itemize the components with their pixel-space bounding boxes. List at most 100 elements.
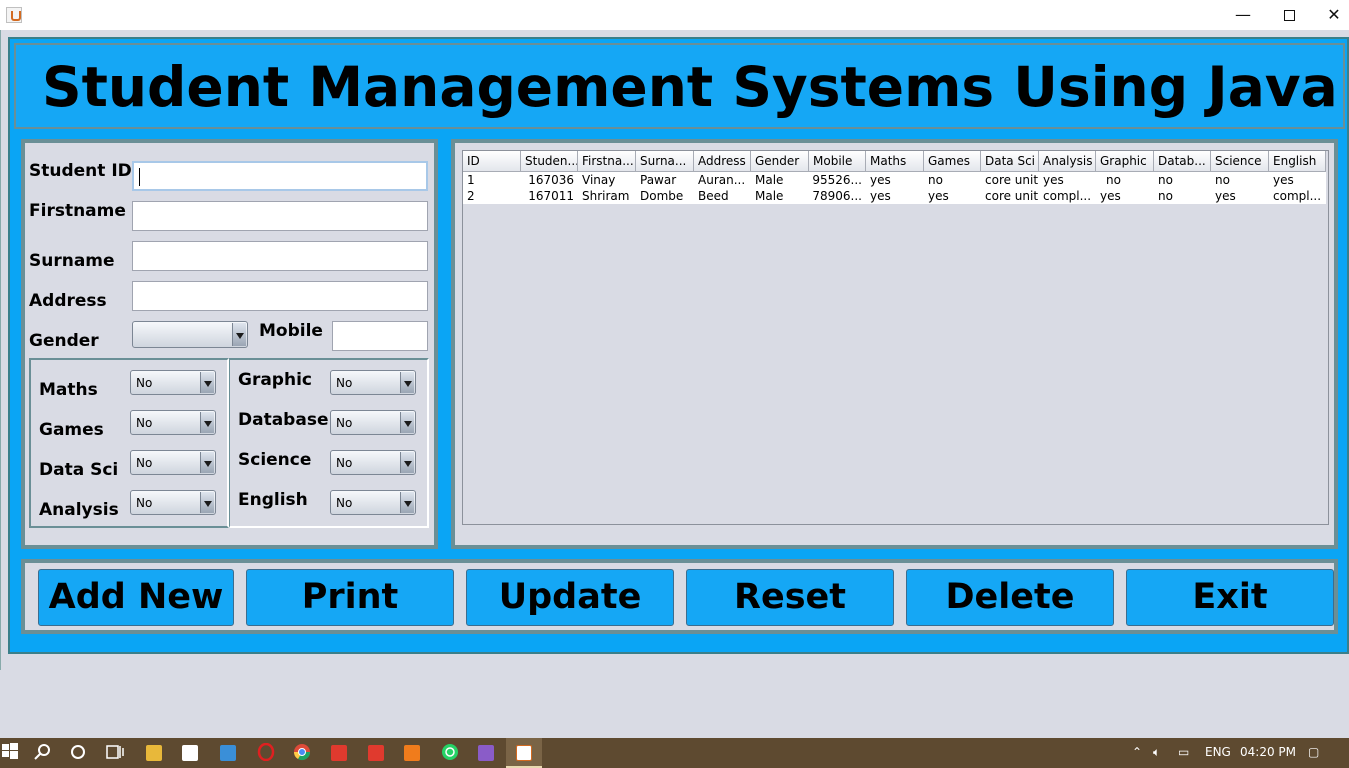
records-panel: ID Studen... Firstna... Surna... Address… bbox=[451, 139, 1338, 549]
graphic-select[interactable]: No bbox=[330, 370, 416, 395]
main-frame: Student Management Systems Using Java St… bbox=[0, 30, 1349, 670]
maths-select[interactable]: No bbox=[130, 370, 216, 395]
column-header[interactable]: English bbox=[1269, 151, 1326, 172]
store-icon[interactable] bbox=[182, 745, 198, 761]
chevron-down-icon bbox=[200, 452, 214, 473]
windows-start-icon[interactable] bbox=[0, 743, 20, 763]
data-sci-select-value: No bbox=[136, 456, 153, 470]
graphic-label: Graphic bbox=[238, 370, 312, 390]
firstname-label: Firstname bbox=[29, 201, 126, 221]
search-icon[interactable] bbox=[33, 743, 53, 763]
anydesk-icon-2[interactable] bbox=[368, 745, 384, 761]
chevron-up-icon[interactable]: ⌃ bbox=[1132, 745, 1142, 759]
column-header[interactable]: Mobile bbox=[809, 151, 866, 172]
english-select-value: No bbox=[336, 496, 353, 510]
maximize-button[interactable] bbox=[1266, 0, 1312, 30]
opera-icon[interactable] bbox=[256, 742, 276, 763]
table-body: 1 167036 Vinay Pawar Auran... Male 95526… bbox=[463, 172, 1326, 204]
task-view-icon[interactable] bbox=[105, 743, 125, 763]
column-header[interactable]: Data Sci bbox=[981, 151, 1039, 172]
language-indicator[interactable]: ENG bbox=[1205, 745, 1231, 759]
subjects-left-group: Maths No Games No Data Sci No Analysis N bbox=[29, 358, 229, 528]
clock[interactable]: 04:20 PM bbox=[1240, 745, 1296, 759]
print-button[interactable]: Print bbox=[246, 569, 454, 626]
address-input[interactable] bbox=[132, 281, 428, 311]
student-table[interactable]: ID Studen... Firstna... Surna... Address… bbox=[462, 150, 1329, 525]
table-cell: Beed bbox=[698, 189, 729, 203]
maths-label: Maths bbox=[39, 380, 98, 400]
mobile-label: Mobile bbox=[259, 321, 323, 341]
xampp-icon[interactable] bbox=[404, 745, 420, 761]
table-cell: yes bbox=[1215, 189, 1236, 203]
table-cell: yes bbox=[1273, 173, 1294, 187]
minimize-button[interactable]: — bbox=[1220, 0, 1266, 30]
column-header[interactable]: Gender bbox=[751, 151, 809, 172]
chrome-icon[interactable] bbox=[292, 743, 312, 763]
database-select[interactable]: No bbox=[330, 410, 416, 435]
column-header[interactable]: Address bbox=[694, 151, 751, 172]
action-buttons-panel: Add New Print Update Reset Delete Exit bbox=[21, 559, 1338, 634]
update-button[interactable]: Update bbox=[466, 569, 674, 626]
app-icon[interactable] bbox=[478, 745, 494, 761]
column-header[interactable]: Firstna... bbox=[578, 151, 636, 172]
table-cell: compl... bbox=[1043, 189, 1092, 203]
english-select[interactable]: No bbox=[330, 490, 416, 515]
table-cell: core unit bbox=[985, 189, 1039, 203]
java-icon[interactable] bbox=[516, 745, 532, 761]
database-label: Database bbox=[238, 410, 329, 430]
table-cell: yes bbox=[870, 173, 891, 187]
column-header[interactable]: Maths bbox=[866, 151, 924, 172]
table-row[interactable]: 1 167036 Vinay Pawar Auran... Male 95526… bbox=[463, 172, 1326, 188]
add-new-button[interactable]: Add New bbox=[38, 569, 234, 626]
table-cell: Auran... bbox=[698, 173, 746, 187]
analysis-select[interactable]: No bbox=[130, 490, 216, 515]
student-id-label: Student ID bbox=[29, 161, 132, 181]
volume-icon[interactable]: 🔈︎ bbox=[1153, 745, 1160, 760]
table-row[interactable]: 2 167011 Shriram Dombe Beed Male 78906..… bbox=[463, 188, 1326, 204]
firstname-input[interactable] bbox=[132, 201, 428, 231]
table-cell: yes bbox=[1043, 173, 1064, 187]
student-form-panel: Student ID Firstname Surname Address Gen… bbox=[21, 139, 438, 549]
chevron-down-icon bbox=[400, 372, 414, 393]
games-label: Games bbox=[39, 420, 104, 440]
games-select-value: No bbox=[136, 416, 153, 430]
mail-icon[interactable] bbox=[220, 745, 236, 761]
column-header[interactable]: Games bbox=[924, 151, 981, 172]
table-cell: core unit bbox=[985, 173, 1039, 187]
mobile-input[interactable] bbox=[332, 321, 428, 351]
games-select[interactable]: No bbox=[130, 410, 216, 435]
cortana-icon[interactable] bbox=[68, 743, 88, 763]
taskbar: ⌃ 🔈︎ ▭ ENG 04:20 PM ▢ bbox=[0, 738, 1349, 768]
gender-select[interactable] bbox=[132, 321, 248, 348]
column-header[interactable]: Surna... bbox=[636, 151, 694, 172]
surname-input[interactable] bbox=[132, 241, 428, 271]
reset-button[interactable]: Reset bbox=[686, 569, 894, 626]
table-cell: no bbox=[1215, 173, 1230, 187]
student-id-input[interactable] bbox=[132, 161, 428, 191]
science-label: Science bbox=[238, 450, 312, 470]
chevron-down-icon bbox=[400, 492, 414, 513]
table-cell: yes bbox=[870, 189, 891, 203]
table-cell: 167036 bbox=[528, 173, 574, 187]
table-cell: compl... bbox=[1273, 189, 1322, 203]
column-header[interactable]: Analysis bbox=[1039, 151, 1096, 172]
close-button[interactable]: ✕ bbox=[1311, 0, 1349, 30]
table-cell: 2 bbox=[467, 189, 475, 203]
science-select[interactable]: No bbox=[330, 450, 416, 475]
surname-label: Surname bbox=[29, 251, 115, 271]
notification-icon[interactable]: ▢ bbox=[1308, 745, 1319, 759]
file-explorer-icon[interactable] bbox=[146, 745, 162, 761]
column-header[interactable]: Graphic bbox=[1096, 151, 1154, 172]
column-header[interactable]: Studen... bbox=[521, 151, 578, 172]
anydesk-icon[interactable] bbox=[331, 745, 347, 761]
whatsapp-icon[interactable] bbox=[440, 743, 460, 763]
column-header[interactable]: Datab... bbox=[1154, 151, 1211, 172]
exit-button[interactable]: Exit bbox=[1126, 569, 1334, 626]
data-sci-select[interactable]: No bbox=[130, 450, 216, 475]
column-header[interactable]: ID bbox=[463, 151, 521, 172]
column-header[interactable]: Science bbox=[1211, 151, 1269, 172]
page-title: Student Management Systems Using Java bbox=[42, 55, 1338, 119]
network-icon[interactable]: ▭ bbox=[1178, 745, 1189, 759]
science-select-value: No bbox=[336, 456, 353, 470]
delete-button[interactable]: Delete bbox=[906, 569, 1114, 626]
